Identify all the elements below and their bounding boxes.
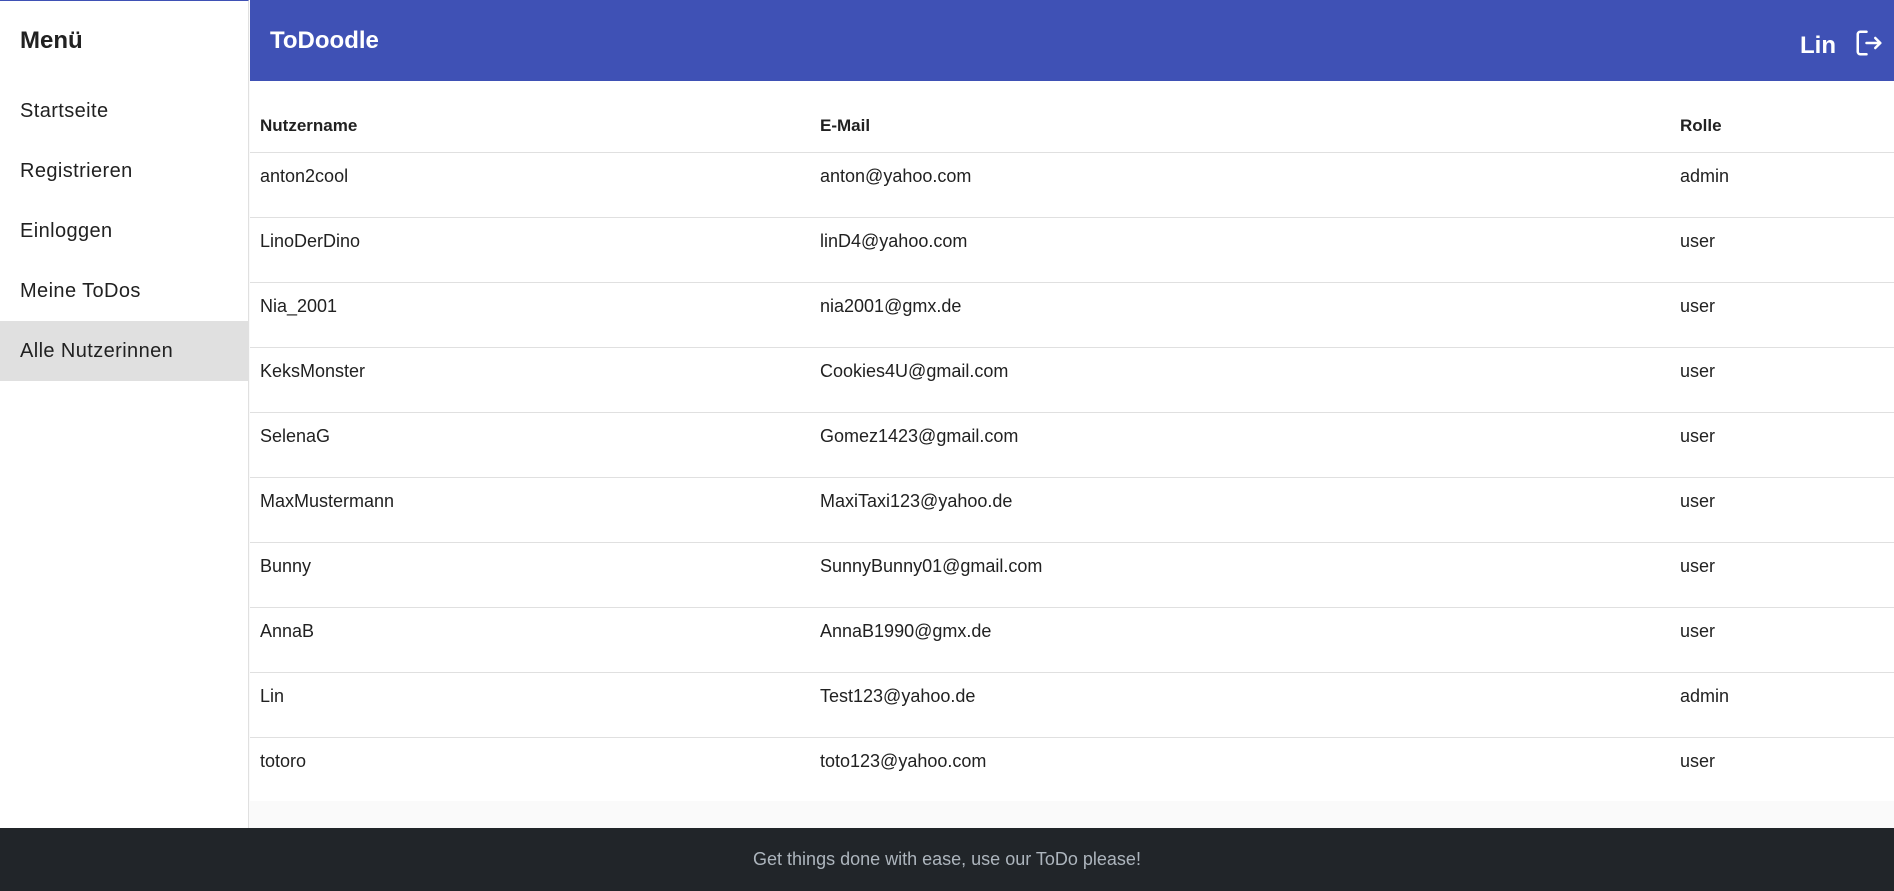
column-header-nutzername: Nutzername	[250, 81, 810, 153]
cell-username: KeksMonster	[250, 347, 810, 413]
cell-email: Gomez1423@gmail.com	[810, 412, 1670, 478]
table-row: KeksMonster Cookies4U@gmail.com user	[250, 347, 1894, 413]
app-title: ToDoodle	[270, 27, 379, 54]
cell-role: user	[1670, 542, 1894, 608]
table-row: Bunny SunnyBunny01@gmail.com user	[250, 542, 1894, 608]
cell-role: user	[1670, 412, 1894, 478]
cell-username: AnnaB	[250, 607, 810, 673]
sidebar-item-alle-nutzerinnen[interactable]: Alle Nutzerinnen	[0, 321, 248, 381]
cell-email: toto123@yahoo.com	[820, 750, 987, 771]
cell-username: Lin	[250, 672, 810, 738]
cell-email: MaxiTaxi123@yahoo.de	[810, 477, 1670, 543]
cell-role: user	[1670, 217, 1894, 283]
current-user-name: Lin	[1800, 32, 1836, 59]
cell-username: totoro	[260, 750, 307, 771]
cell-email: SunnyBunny01@gmail.com	[810, 542, 1670, 608]
cell-email: linD4@yahoo.com	[810, 217, 1670, 283]
table-row: Nia_2001 nia2001@gmx.de user	[250, 282, 1894, 348]
sidebar-item-registrieren[interactable]: Registrieren	[0, 141, 248, 201]
table-row: LinoDerDino linD4@yahoo.com user	[250, 217, 1894, 283]
top-toolbar: ToDoodle Lin	[250, 0, 1894, 81]
cell-username: anton2cool	[250, 152, 810, 218]
cell-role: user	[1670, 607, 1894, 673]
cell-username: LinoDerDino	[250, 217, 810, 283]
sidebar-item-einloggen[interactable]: Einloggen	[0, 201, 248, 261]
table-row: totoro toto123@yahoo.com user	[250, 737, 1894, 802]
footer-text: Get things done with ease, use our ToDo …	[753, 849, 1141, 869]
logout-icon[interactable]	[1854, 28, 1884, 58]
users-table-header: Nutzername E-Mail Rolle	[250, 81, 1894, 153]
app-root: Menü Startseite Registrieren Einloggen M…	[0, 0, 1894, 891]
sidebar-title: Menü	[20, 27, 83, 54]
column-header-email: E-Mail	[810, 81, 1670, 153]
table-row: Lin Test123@yahoo.de admin	[250, 672, 1894, 738]
page-footer: Get things done with ease, use our ToDo …	[0, 828, 1894, 891]
table-row: anton2cool anton@yahoo.com admin	[250, 152, 1894, 218]
cell-role: user	[1670, 282, 1894, 348]
users-content: Nutzername E-Mail Rolle anton2cool anton…	[250, 81, 1894, 801]
cell-username: MaxMustermann	[250, 477, 810, 543]
table-row: SelenaG Gomez1423@gmail.com user	[250, 412, 1894, 478]
sidebar: Menü Startseite Registrieren Einloggen M…	[0, 0, 249, 828]
cell-role: user	[1670, 477, 1894, 543]
cell-username: SelenaG	[250, 412, 810, 478]
cell-email: Cookies4U@gmail.com	[810, 347, 1670, 413]
cell-username: Bunny	[250, 542, 810, 608]
sidebar-item-meine-todos[interactable]: Meine ToDos	[0, 261, 248, 321]
table-row: AnnaB AnnaB1990@gmx.de user	[250, 607, 1894, 673]
cell-role: admin	[1670, 672, 1894, 738]
cell-role: user	[1680, 750, 1716, 771]
sidebar-item-startseite[interactable]: Startseite	[0, 81, 248, 141]
column-header-rolle: Rolle	[1670, 81, 1894, 153]
users-table-body: anton2cool anton@yahoo.com admin LinoDer…	[250, 152, 1894, 802]
cell-email: AnnaB1990@gmx.de	[810, 607, 1670, 673]
cell-email: nia2001@gmx.de	[810, 282, 1670, 348]
table-row: MaxMustermann MaxiTaxi123@yahoo.de user	[250, 477, 1894, 543]
cell-username: Nia_2001	[250, 282, 810, 348]
cell-email: Test123@yahoo.de	[810, 672, 1670, 738]
cell-role: user	[1670, 347, 1894, 413]
cell-email: anton@yahoo.com	[810, 152, 1670, 218]
header-row: Nutzername E-Mail Rolle	[250, 81, 1894, 153]
users-table: Nutzername E-Mail Rolle anton2cool anton…	[250, 81, 1894, 802]
cell-role: admin	[1670, 152, 1894, 218]
